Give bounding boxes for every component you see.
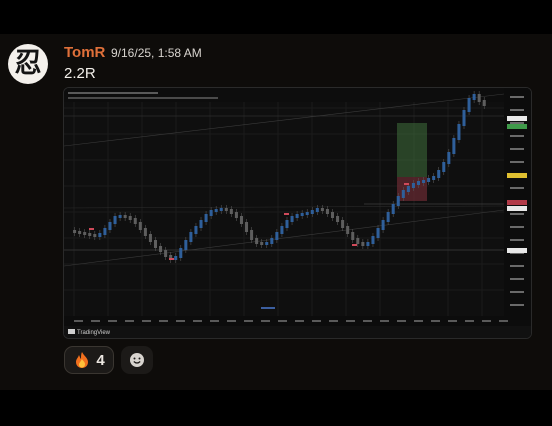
avatar[interactable]: 忍 xyxy=(8,44,48,84)
message-timestamp: 9/16/25, 1:58 AM xyxy=(111,46,202,60)
fire-icon xyxy=(73,351,91,369)
reaction-fire[interactable]: 4 xyxy=(64,346,114,374)
footer-brand: TradingView xyxy=(77,330,111,336)
message-text: 2.2R xyxy=(64,65,96,82)
chart-screenshot: TradingView xyxy=(64,88,531,338)
avatar-glyph: 忍 xyxy=(14,47,42,79)
author-name[interactable]: TomR xyxy=(64,44,105,61)
add-reaction-button[interactable] xyxy=(121,346,153,374)
profit-zone xyxy=(397,123,427,177)
chart-header-text xyxy=(68,92,158,94)
reaction-count: 4 xyxy=(96,351,105,369)
tradingview-logo-icon xyxy=(68,329,75,334)
smiley-icon xyxy=(129,352,145,368)
chart-image-attachment[interactable]: TradingView xyxy=(63,87,532,339)
